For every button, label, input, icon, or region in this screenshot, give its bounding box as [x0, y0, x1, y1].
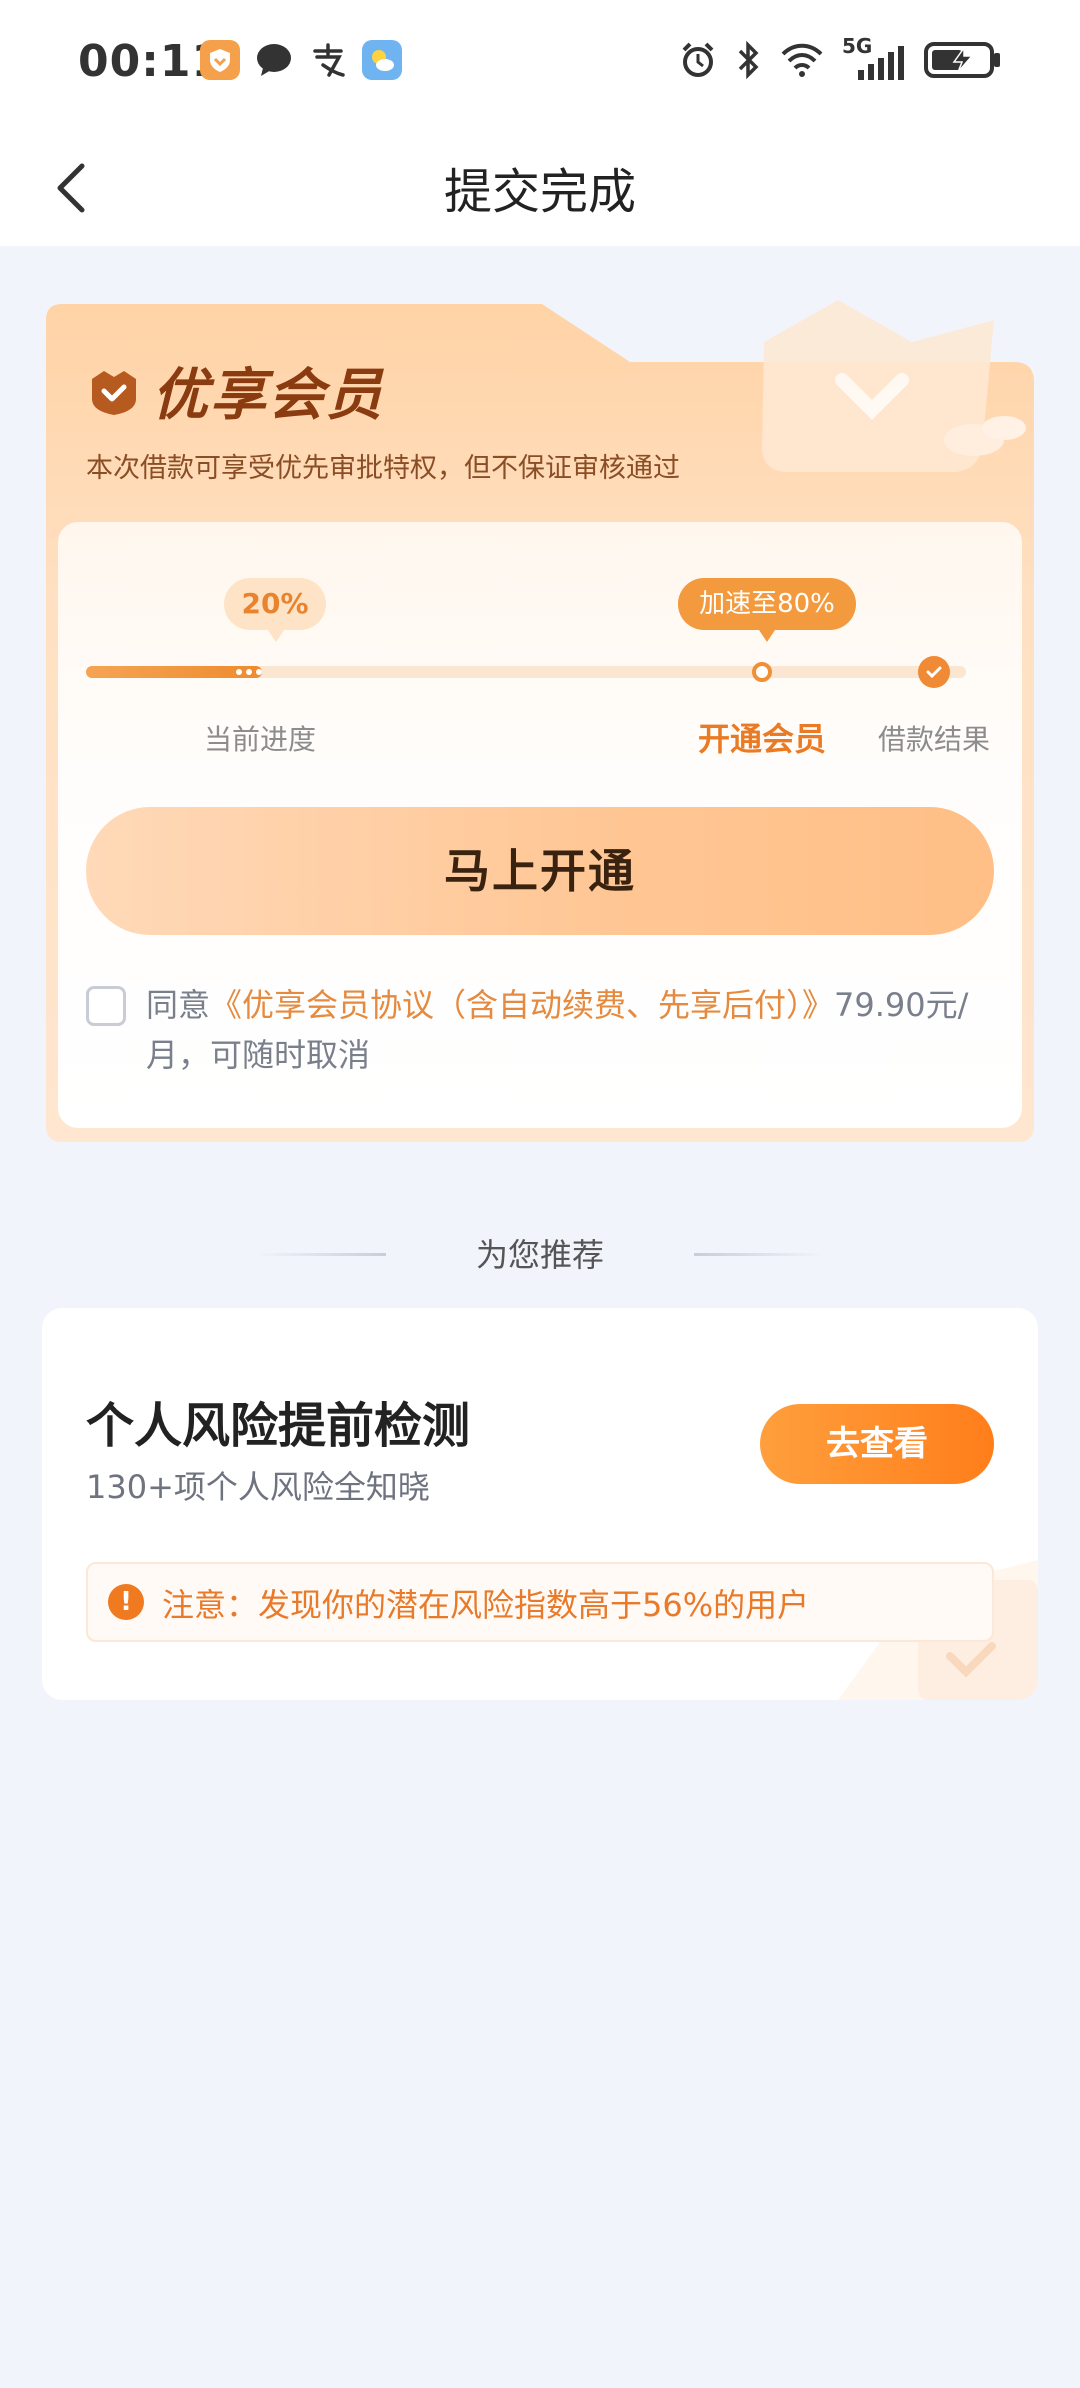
status-bar: 00:11 5G [0, 0, 1080, 130]
recommend-header: 为您推荐 [475, 1236, 604, 1274]
agreement-text: 同意《优享会员协议（含自动续费、先享后付）》79.90元/月，可随时取消 [146, 980, 994, 1080]
step-label-open-member: 开通会员 [698, 720, 827, 758]
view-button[interactable]: 去查看 [760, 1404, 994, 1484]
agree-prefix: 同意 [146, 986, 211, 1024]
crown-decoration [762, 300, 1026, 472]
risk-detection-card[interactable]: 个人风险提前检测 130+项个人风险全知晓 去查看 ! 注意：发现你的潜在风险指… [42, 1308, 1038, 1700]
shield-app-icon [200, 40, 240, 80]
message-icon [254, 40, 294, 80]
page-title: 提交完成 [443, 164, 636, 220]
step-label-current: 当前进度 [204, 723, 317, 756]
check-icon [926, 666, 942, 679]
vip-membership-card: 优享会员 本次借款可享受优先审批特权，但不保证审核通过 20% 加速至80% 当… [42, 300, 1038, 1146]
step-dot-loan-result [918, 656, 950, 688]
wifi-icon [781, 43, 823, 77]
speedup-badge: 加速至80% [678, 578, 856, 642]
vip-title-text: 优享会员 [152, 363, 384, 428]
step-label-loan-result: 借款结果 [878, 723, 991, 756]
progress-fill-dots [236, 669, 262, 675]
status-app-icons [200, 40, 402, 80]
divider-right [694, 1253, 824, 1256]
progress-track [86, 666, 966, 678]
agreement-link[interactable]: 《优享会员协议（含自动续费、先享后付）》 [210, 986, 834, 1024]
battery-charging-icon [924, 42, 1000, 78]
crown-shield-icon [92, 370, 136, 415]
nav-bar: 提交完成 [0, 130, 1080, 246]
alipay-icon [308, 40, 348, 80]
alarm-icon [682, 42, 714, 77]
vip-title: 优享会员 [86, 350, 384, 431]
bluetooth-icon [738, 40, 759, 80]
signal-5g-icon: 5G [842, 34, 906, 80]
status-indicators: 5G [678, 34, 1002, 80]
open-now-button[interactable]: 马上开通 [86, 807, 994, 935]
vip-subtitle: 本次借款可享受优先审批特权，但不保证审核通过 [86, 453, 680, 484]
weather-icon [362, 40, 402, 80]
step-dot-open-member [752, 662, 772, 682]
risk-warning-note: ! 注意：发现你的潜在风险指数高于56%的用户 [86, 1562, 994, 1642]
risk-title: 个人风险提前检测 [86, 1398, 471, 1454]
risk-subtitle: 130+项个人风险全知晓 [86, 1468, 430, 1506]
warning-icon: ! [108, 1584, 144, 1620]
vip-progress-panel: 20% 加速至80% 当前进度 开通会员 借款结果 马上开通 同意《优享会员协议… [58, 522, 1022, 1128]
agree-checkbox[interactable] [86, 986, 126, 1026]
progress-badge: 20% [224, 578, 326, 642]
risk-warning-text: 注意：发现你的潜在风险指数高于56%的用户 [162, 1586, 810, 1624]
